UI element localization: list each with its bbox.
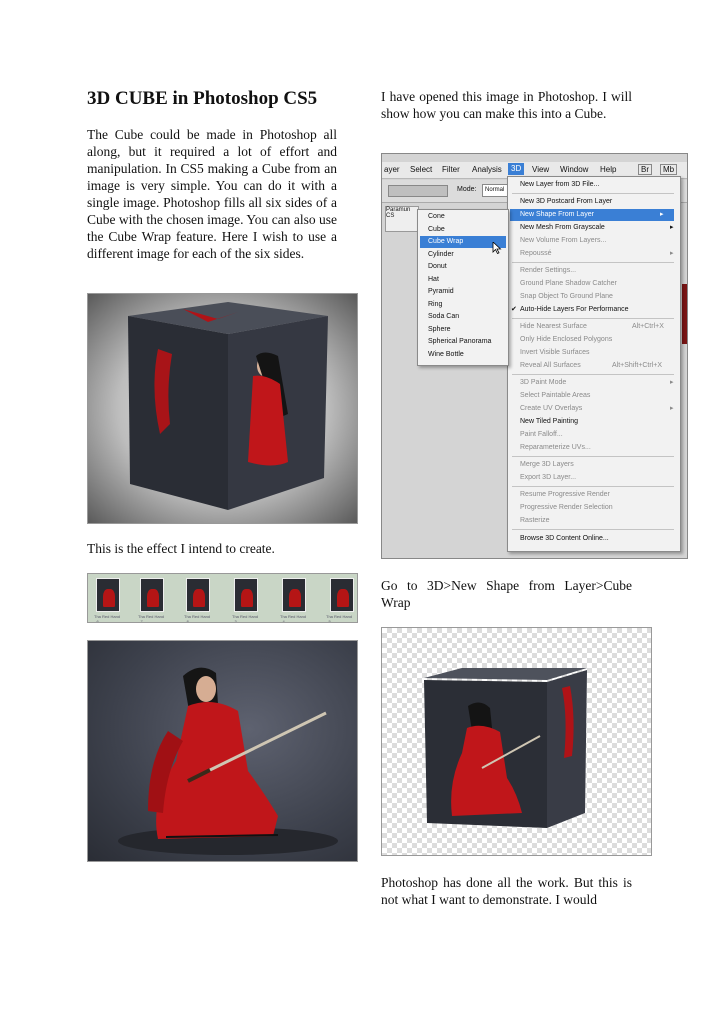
menu-item-snap-object[interactable]: Snap Object To Ground Plane [520, 291, 613, 303]
menu-separator [512, 456, 674, 457]
menu-analysis[interactable]: Analysis [472, 165, 502, 174]
thumbnail [96, 578, 120, 612]
submenu-arrow-icon: ▸ [670, 379, 674, 386]
menu-item-hide-nearest-surface[interactable]: Hide Nearest Surface Alt+Ctrl+X [520, 321, 664, 333]
menu-separator [512, 318, 674, 319]
menu-item-only-hide-enclosed[interactable]: Only Hide Enclosed Polygons [520, 334, 612, 346]
checkmark-icon: ✔ [511, 306, 517, 313]
submenu-item-soda-can[interactable]: Soda Can [428, 311, 459, 323]
menu-item-new-tiled-painting[interactable]: New Tiled Painting [520, 416, 578, 428]
submenu-item-spherical-panorama[interactable]: Spherical Panorama [428, 336, 491, 348]
instruction-paragraph: Go to 3D>New Shape from Layer>Cube Wrap [381, 578, 632, 610]
menu-help[interactable]: Help [600, 165, 616, 174]
menu-separator [512, 193, 674, 194]
menu-item-select-paintable[interactable]: Select Paintable Areas [520, 390, 590, 402]
menu-item-repousse[interactable]: Repoussé ▸ [520, 248, 674, 260]
submenu-item-hat[interactable]: Hat [428, 274, 439, 286]
submenu-item-pyramid[interactable]: Pyramid [428, 286, 454, 298]
shortcut-label: Alt+Shift+Ctrl+X [612, 362, 662, 369]
submenu-item-cone[interactable]: Cone [428, 211, 445, 223]
menu-item-auto-hide-layers[interactable]: ✔ Auto-Hide Layers For Performance [511, 304, 629, 316]
menu-separator [512, 262, 674, 263]
menu-layer[interactable]: ayer [384, 165, 400, 174]
submenu-item-ring[interactable]: Ring [428, 299, 442, 311]
thumbnail-label: Tha Red Hand - 4 [280, 614, 307, 623]
menu-item-new-volume-from-layers[interactable]: New Volume From Layers... [520, 235, 606, 247]
thumbnail [186, 578, 210, 612]
menu-item-reveal-all-surfaces[interactable]: Reveal All Surfaces Alt+Shift+Ctrl+X [520, 360, 662, 372]
thumbnail-label: Tha Red Hand - 3 [232, 614, 259, 623]
menu-3d-dropdown: New Layer from 3D File... New 3D Postcar… [507, 176, 681, 552]
thumbnail-label: Tha Red Hand - 5 [326, 614, 353, 623]
mode-select[interactable]: Normal [482, 184, 508, 197]
thumbnail-label: Tha Red Hand - 8 [184, 614, 211, 623]
tool-presets[interactable] [388, 185, 448, 197]
cube-illustration [128, 302, 328, 510]
submenu-item-cylinder[interactable]: Cylinder [428, 249, 454, 261]
new-shape-submenu: Cone Cube Cube Wrap Cylinder Donut Hat P… [417, 209, 509, 366]
menu-item-paint-falloff[interactable]: Paint Falloff... [520, 429, 563, 441]
submenu-item-donut[interactable]: Donut [428, 261, 447, 273]
mouse-cursor-icon [492, 242, 502, 254]
menu-item-render-settings[interactable]: Render Settings... [520, 265, 576, 277]
effect-caption: This is the effect I intend to create. [87, 541, 275, 556]
menu-item-reparameterize-uvs[interactable]: Reparameterize UVs... [520, 442, 591, 454]
menu-item-rasterize[interactable]: Rasterize [520, 515, 550, 527]
submenu-item-wine-bottle[interactable]: Wine Bottle [428, 349, 464, 361]
submenu-arrow-icon: ▸ [670, 224, 674, 231]
menu-item-new-3d-postcard[interactable]: New 3D Postcard From Layer [520, 196, 612, 208]
menu-item-progressive-render-selection[interactable]: Progressive Render Selection [520, 502, 613, 514]
cube-effect-image [87, 293, 358, 524]
submenu-arrow-icon: ▸ [670, 250, 674, 257]
menu-3d[interactable]: 3D [508, 163, 525, 175]
menu-filter[interactable]: Filter [442, 165, 460, 174]
document-title: 3D CUBE in Photoshop CS5 [87, 88, 318, 109]
thumbnail [282, 578, 306, 612]
thumbnail [140, 578, 164, 612]
layers-fragment: Paramun CS [385, 206, 419, 232]
menu-item-new-layer-from-3d-file[interactable]: New Layer from 3D File... [520, 179, 599, 191]
menu-select[interactable]: Select [410, 165, 432, 174]
submenu-item-sphere[interactable]: Sphere [428, 324, 451, 336]
shortcut-label: Alt+Ctrl+X [632, 323, 664, 330]
thumbnail-strip: Tha Red Hand - 6 Tha Red Hand - 7 Tha Re… [87, 573, 358, 623]
menu-item-invert-visible[interactable]: Invert Visible Surfaces [520, 347, 590, 359]
menu-window[interactable]: Window [560, 165, 588, 174]
mode-label: Mode: [457, 186, 477, 193]
minibridge-button[interactable]: Mb [660, 164, 678, 175]
photoshop-screenshot: ayer Select Filter Analysis 3D View Wind… [381, 153, 688, 559]
opened-paragraph: I have opened this image in Photoshop. I… [381, 89, 632, 121]
menu-item-export-3d-layer[interactable]: Export 3D Layer... [520, 472, 576, 484]
result-cube-illustration [424, 668, 587, 828]
thumbnail-label: Tha Red Hand - 6 [94, 614, 121, 623]
menu-item-3d-paint-mode[interactable]: 3D Paint Mode ▸ [520, 377, 674, 389]
source-photo [87, 640, 358, 862]
canvas-fragment [682, 284, 687, 344]
menu-item-browse-3d-content[interactable]: Browse 3D Content Online... [520, 533, 609, 545]
menu-separator [512, 529, 674, 530]
submenu-item-cube[interactable]: Cube [428, 224, 445, 236]
bridge-button[interactable]: Br [638, 164, 652, 175]
thumbnail [330, 578, 354, 612]
menu-item-create-uv-overlays[interactable]: Create UV Overlays ▸ [520, 403, 674, 415]
menu-view[interactable]: View [532, 165, 549, 174]
submenu-arrow-icon: ▸ [670, 405, 674, 412]
closing-paragraph: Photoshop has done all the work. But thi… [381, 875, 632, 907]
thumbnail [234, 578, 258, 612]
cube-wrap-result-image [381, 627, 652, 856]
layers-value: CS [386, 213, 395, 219]
menu-item-new-shape-from-layer[interactable]: New Shape From Layer ▸ [510, 209, 674, 221]
menu-separator [512, 374, 674, 375]
intro-paragraph: The Cube could be made in Photoshop all … [87, 127, 337, 261]
menu-item-ground-plane-shadow-catcher[interactable]: Ground Plane Shadow Catcher [520, 278, 617, 290]
thumbnail-label: Tha Red Hand - 7 [138, 614, 165, 623]
menu-item-resume-progressive-render[interactable]: Resume Progressive Render [520, 489, 610, 501]
woman-in-red-illustration [118, 667, 338, 855]
menu-item-new-mesh-from-grayscale[interactable]: New Mesh From Grayscale ▸ [520, 222, 674, 234]
menu-separator [512, 486, 674, 487]
menu-item-merge-3d-layers[interactable]: Merge 3D Layers [520, 459, 574, 471]
submenu-arrow-icon: ▸ [660, 211, 664, 218]
